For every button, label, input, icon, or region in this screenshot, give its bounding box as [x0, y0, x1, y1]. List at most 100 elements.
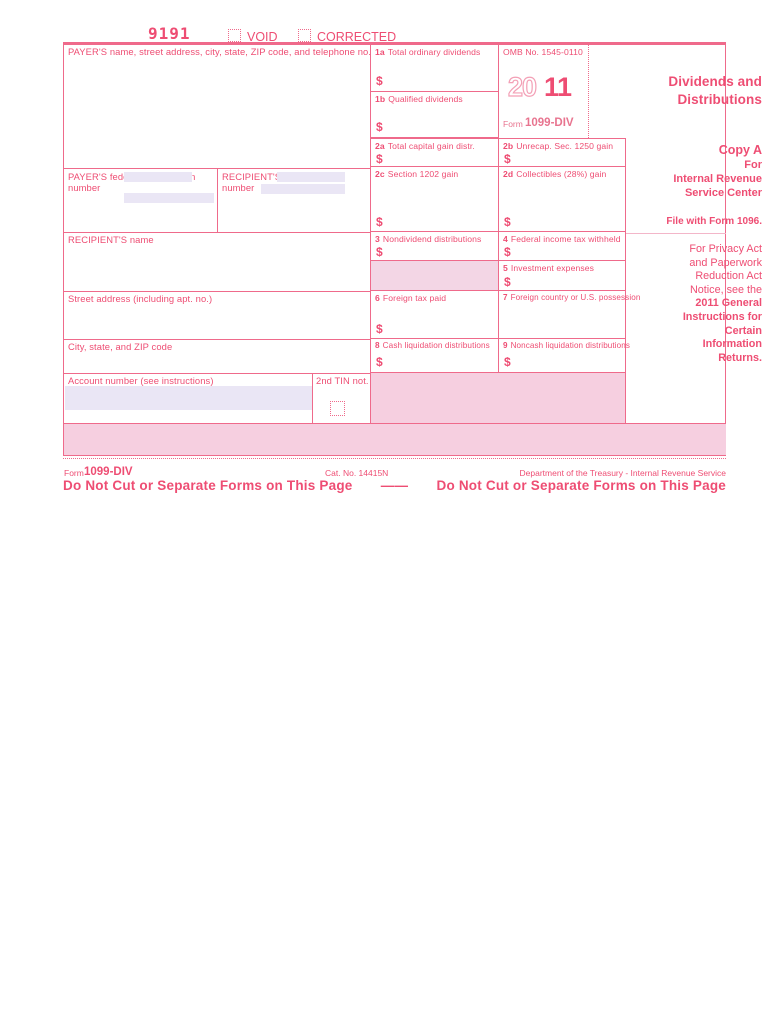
form-title-line-1: Dividends and	[668, 74, 762, 89]
payer-fed-id-highlight	[124, 172, 192, 182]
box-2c-label: Section 1202 gain	[387, 169, 459, 179]
form-1099-div-page: 9191 VOID CORRECTED PAYER'S name, street…	[0, 0, 770, 1024]
box-6-amount[interactable]: $	[376, 323, 383, 335]
box-3-amount[interactable]: $	[376, 246, 383, 258]
box-2d-label: Collectibles (28%) gain	[516, 169, 607, 179]
second-tin-box[interactable]: 2nd TIN not.	[313, 373, 370, 423]
form-prefix-header: Form	[503, 119, 523, 129]
box-9[interactable]: 9 Noncash liquidation distributions $	[498, 339, 630, 373]
box-5-number: 5	[503, 263, 508, 273]
payer-fed-id-label-2: number	[68, 182, 101, 193]
box-8-number: 8	[375, 341, 380, 350]
privacy-line-7: Certain	[724, 324, 762, 337]
box-5-left-shaded-area	[370, 261, 498, 291]
box-1a-amount[interactable]: $	[376, 75, 383, 87]
box-5[interactable]: 5 Investment expenses $	[498, 261, 626, 291]
box-9-label: Noncash liquidation distributions	[510, 341, 630, 350]
box-4[interactable]: 4 Federal income tax withheld $	[498, 232, 626, 261]
box-1a[interactable]: 1a Total ordinary dividends $	[370, 45, 498, 92]
privacy-line-4: Notice, see the	[689, 283, 762, 296]
void-checkbox[interactable]	[228, 29, 241, 42]
payer-name-address-box[interactable]: PAYER'S name, street address, city, stat…	[64, 45, 372, 168]
second-tin-label: 2nd TIN not.	[316, 375, 369, 386]
box-7-number: 7	[503, 293, 508, 302]
box-1a-label: Total ordinary dividends	[387, 47, 481, 57]
box-9-amount[interactable]: $	[504, 356, 511, 368]
footer-form-name: 1099-DIV	[84, 466, 133, 478]
box-2a-amount[interactable]: $	[376, 153, 383, 165]
box-9-number: 9	[503, 341, 508, 350]
box-2a-number: 2a	[375, 141, 385, 151]
second-tin-checkbox[interactable]	[330, 401, 345, 416]
box-5-label: Investment expenses	[510, 263, 594, 273]
file-with-1096-note: File with Form 1096.	[666, 216, 762, 227]
copy-section-divider	[626, 233, 726, 235]
privacy-line-9: Returns.	[718, 351, 762, 364]
recipient-city-box[interactable]: City, state, and ZIP code	[64, 339, 370, 373]
box-4-amount[interactable]: $	[504, 246, 511, 258]
privacy-line-8: Information	[702, 338, 762, 351]
box-2b-number: 2b	[503, 141, 514, 151]
do-not-cut-dash: ——	[380, 478, 409, 493]
box-8[interactable]: 8 Cash liquidation distributions $	[370, 339, 498, 373]
box-6-number: 6	[375, 293, 380, 303]
lower-shaded-block	[370, 373, 626, 423]
payer-fed-id-input[interactable]	[124, 193, 214, 203]
copy-for-label: For	[744, 159, 762, 171]
box-2b-label: Unrecap. Sec. 1250 gain	[516, 141, 614, 151]
box-3-label: Nondividend distributions	[382, 234, 482, 244]
do-not-cut-left: Do Not Cut or Separate Forms on This Pag…	[63, 478, 353, 493]
box-4-label: Federal income tax withheld	[510, 234, 621, 244]
box-5-amount[interactable]: $	[504, 276, 511, 288]
box-7[interactable]: 7 Foreign country or U.S. possession	[498, 291, 640, 339]
box-1b[interactable]: 1b Qualified dividends $	[370, 92, 498, 138]
box-2d-number: 2d	[503, 169, 514, 179]
box-6[interactable]: 6 Foreign tax paid $	[370, 291, 498, 339]
footer-dotted-rule	[63, 458, 726, 460]
privacy-line-6: Instructions for	[682, 310, 762, 323]
bottom-fill-strip	[64, 423, 726, 455]
account-number-input[interactable]	[65, 386, 312, 410]
payer-name-address-label: PAYER'S name, street address, city, stat…	[68, 46, 372, 57]
corrected-checkbox[interactable]	[298, 29, 311, 42]
box-2c[interactable]: 2c Section 1202 gain $	[370, 167, 498, 232]
ocr-form-number: 9191	[148, 24, 191, 43]
copy-irs-line-2: Service Center	[684, 187, 762, 199]
box-6-label: Foreign tax paid	[382, 293, 447, 303]
box-8-label: Cash liquidation distributions	[382, 341, 490, 350]
box-2b[interactable]: 2b Unrecap. Sec. 1250 gain $	[498, 138, 626, 167]
omb-number: OMB No. 1545-0110	[503, 47, 583, 57]
box-2d-amount[interactable]: $	[504, 216, 511, 228]
footer-form-prefix: Form	[64, 468, 84, 478]
do-not-cut-right: Do Not Cut or Separate Forms on This Pag…	[436, 478, 726, 493]
do-not-cut-banner: Do Not Cut or Separate Forms on This Pag…	[63, 478, 726, 493]
box-8-amount[interactable]: $	[376, 356, 383, 368]
privacy-line-2: and Paperwork	[689, 256, 762, 269]
box-4-number: 4	[503, 234, 508, 244]
privacy-line-5: 2011 General	[695, 297, 762, 310]
form-title-line-2: Distributions	[677, 92, 762, 107]
form-name-header: 1099-DIV	[525, 117, 574, 129]
recipient-id-label-2: number	[222, 182, 255, 193]
box-2d[interactable]: 2d Collectibles (28%) gain $	[498, 167, 626, 232]
box-2a[interactable]: 2a Total capital gain distr. $	[370, 138, 498, 167]
privacy-act-notice: For Privacy Act and Paperwork Reduction …	[658, 243, 762, 365]
recipient-name-box[interactable]: RECIPIENT'S name	[64, 232, 370, 291]
box-2c-amount[interactable]: $	[376, 216, 383, 228]
copy-irs-line-1: Internal Revenue	[673, 173, 762, 185]
copy-a-label: Copy A	[718, 143, 762, 157]
box-3-number: 3	[375, 234, 380, 244]
box-2a-label: Total capital gain distr.	[387, 141, 475, 151]
box-1b-label: Qualified dividends	[388, 94, 463, 104]
recipient-id-highlight	[277, 172, 345, 182]
year-solid-text: 11	[544, 72, 572, 102]
recipient-street-box[interactable]: Street address (including apt. no.)	[64, 291, 370, 339]
privacy-line-1: For Privacy Act	[689, 243, 762, 255]
box-1a-number: 1a	[375, 47, 385, 57]
box-3[interactable]: 3 Nondividend distributions $	[370, 232, 498, 261]
box-1b-amount[interactable]: $	[376, 121, 383, 133]
box-2b-amount[interactable]: $	[504, 153, 511, 165]
recipient-id-input[interactable]	[261, 184, 345, 194]
account-number-label: Account number (see instructions)	[68, 375, 214, 386]
omb-box-right-dotted-edge	[588, 45, 589, 138]
